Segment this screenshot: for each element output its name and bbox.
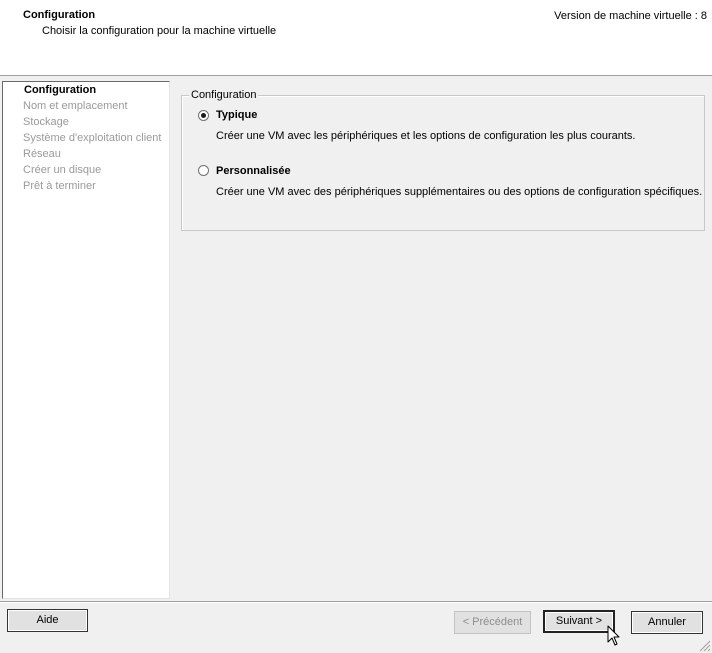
resize-grip-icon[interactable]	[699, 640, 711, 652]
back-button[interactable]: < Précédent	[454, 611, 531, 634]
custom-option-description: Créer une VM avec des périphériques supp…	[216, 186, 703, 198]
step-guest-os: Système d'exploitation client	[23, 132, 162, 144]
step-network: Réseau	[23, 148, 61, 160]
configuration-groupbox	[181, 95, 705, 231]
typical-option-label[interactable]: Typique	[216, 109, 257, 121]
cancel-button[interactable]: Annuler	[631, 611, 703, 634]
typical-radio-button[interactable]	[198, 110, 209, 121]
step-ready-to-complete: Prêt à terminer	[23, 180, 96, 192]
step-create-disk: Créer un disque	[23, 164, 102, 176]
page-subtitle: Choisir la configuration pour la machine…	[42, 25, 277, 37]
wizard-header: Configuration Choisir la configuration p…	[0, 0, 712, 76]
vm-version-label: Version de machine virtuelle : 8	[554, 10, 707, 22]
help-button[interactable]: Aide	[7, 609, 88, 632]
mouse-cursor-icon	[607, 625, 620, 646]
step-name-location: Nom et emplacement	[23, 100, 128, 112]
page-title: Configuration	[23, 9, 96, 21]
custom-radio-button[interactable]	[198, 165, 209, 176]
step-storage: Stockage	[23, 116, 69, 128]
typical-option-description: Créer une VM avec les périphériques et l…	[216, 130, 636, 142]
step-configuration[interactable]: Configuration	[24, 84, 96, 96]
next-button[interactable]: Suivant >	[543, 610, 615, 633]
wizard-steps-panel: Configuration Nom et emplacement Stockag…	[2, 81, 170, 599]
groupbox-title: Configuration	[189, 89, 259, 101]
custom-option-label[interactable]: Personnalisée	[216, 165, 291, 177]
footer-separator	[0, 601, 712, 603]
